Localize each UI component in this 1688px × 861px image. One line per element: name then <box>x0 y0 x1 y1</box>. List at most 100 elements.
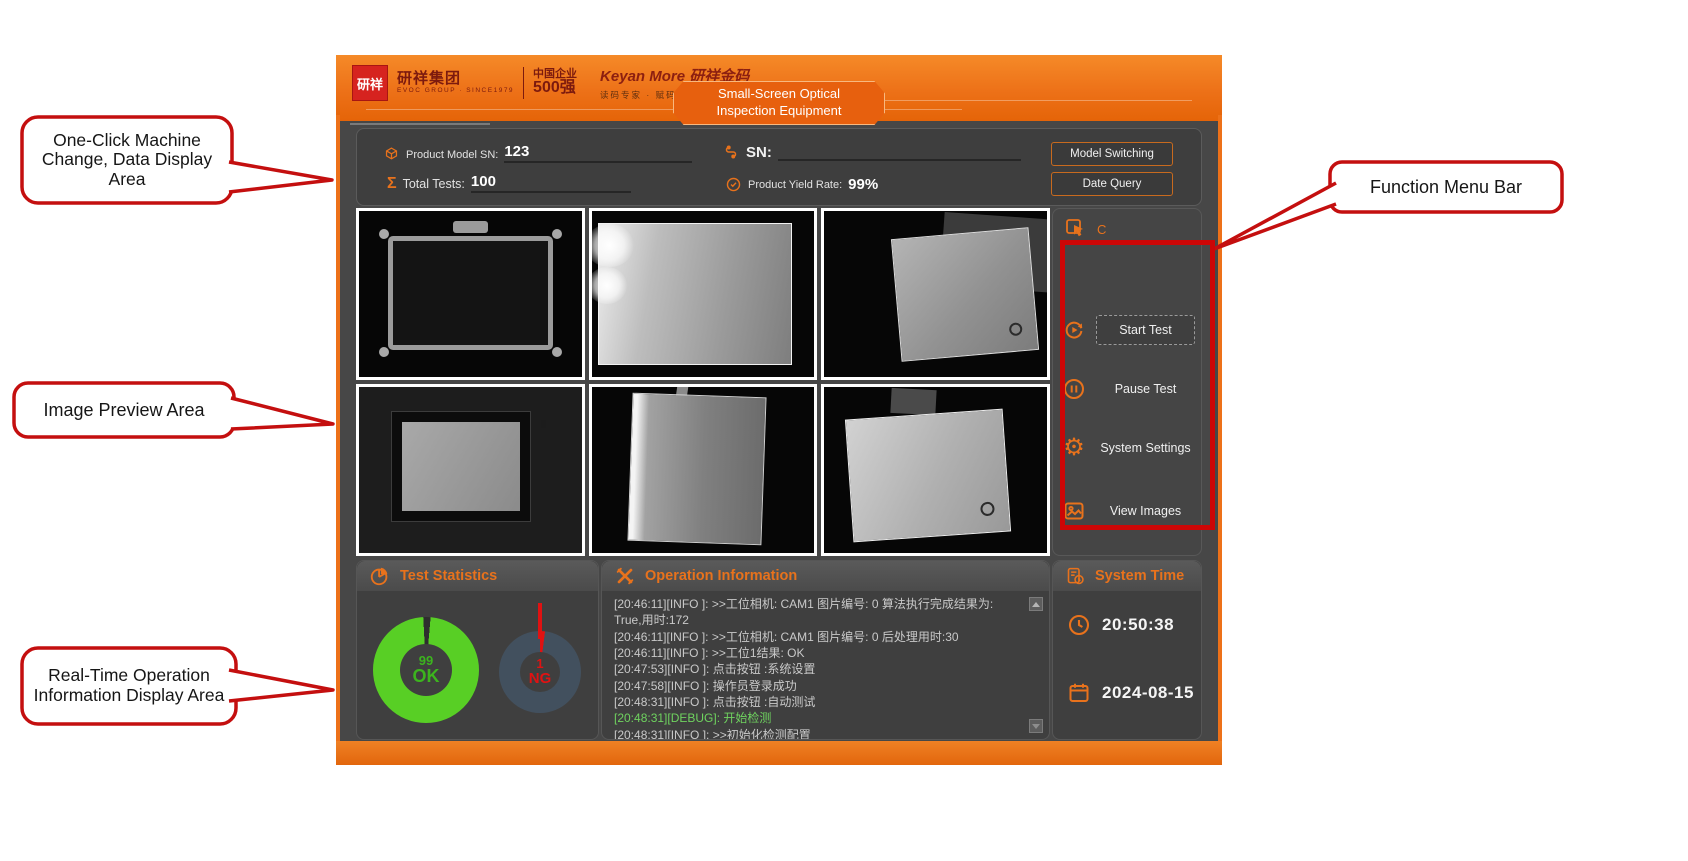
callout-tail <box>229 162 332 192</box>
panel-ring-mark <box>1009 322 1023 336</box>
bezel-tab <box>453 221 489 233</box>
scroll-down-button[interactable] <box>1029 719 1043 733</box>
ok-count: 99 <box>419 654 433 668</box>
pause-test-icon <box>1061 377 1087 401</box>
menu-item-label: Pause Test <box>1096 382 1195 396</box>
log-line: [20:46:11][INFO ]: >>工位1结果: OK <box>614 645 1023 661</box>
annotation-log-area: Real-Time Operation Information Display … <box>28 650 230 722</box>
arrow-down-icon <box>1032 724 1040 729</box>
app-title-line1: Small-Screen Optical <box>718 86 840 103</box>
package-icon <box>383 146 400 163</box>
system-time-title: System Time <box>1095 568 1184 584</box>
crossed-tools-icon <box>614 565 636 587</box>
callout-bubble <box>22 648 236 724</box>
logo-rank-line2: 500强 <box>533 80 577 97</box>
yield-check-icon <box>725 176 742 193</box>
log-line: [20:48:31][INFO ]: >>初始化检测配置 <box>614 727 1023 740</box>
log-line: [20:46:11][INFO ]: >>工位相机: CAM1 图片编号: 0 … <box>614 629 1023 645</box>
scroll-up-button[interactable] <box>1029 597 1043 611</box>
corner-dot <box>379 347 389 357</box>
callout-tail <box>229 670 333 701</box>
bottom-orange-strip <box>336 741 1222 765</box>
ng-label: NG <box>529 671 552 687</box>
corner-dot <box>552 347 562 357</box>
operation-information-title: Operation Information <box>645 568 797 584</box>
ok-donut-chart: 99 OK <box>373 617 479 723</box>
operation-information-header: Operation Information <box>602 561 1049 591</box>
menu-item-view-images[interactable]: View Images <box>1061 495 1195 527</box>
sn-label: SN: <box>746 144 772 161</box>
menu-item-label: View Images <box>1096 504 1195 518</box>
log-line: [20:48:31][INFO ]: 点击按钮 :自动测试 <box>614 694 1023 710</box>
system-time-header: System Time <box>1053 561 1201 591</box>
ng-donut-center: 1 NG <box>520 652 560 692</box>
callout-tail <box>231 398 333 429</box>
logo-name-sub: EVOC GROUP · SINCE1979 <box>397 88 514 95</box>
document-clock-icon <box>1065 566 1086 587</box>
menu-item-label: System Settings <box>1096 441 1195 455</box>
log-line: [20:47:53][INFO ]: 点击按钮 :系统设置 <box>614 661 1023 677</box>
tilted-panel <box>845 408 1011 542</box>
ng-donut-chart: 1 NG <box>499 631 581 713</box>
log-line: [20:48:31][DEBUG]: 开始检测 <box>614 710 1023 726</box>
callout-bubble <box>1330 162 1562 212</box>
total-tests-label: Total Tests: <box>403 177 465 193</box>
corner-dot <box>552 229 562 239</box>
edge-lit-panel <box>627 393 766 545</box>
camera-image-5 <box>589 384 818 556</box>
framed-panel <box>392 412 530 522</box>
tilted-panel <box>891 227 1039 361</box>
total-tests-field: Σ Total Tests: 100 <box>387 173 631 193</box>
log-line: [20:46:11][INFO ]: >>工位相机: CAM1 图片编号: 0 … <box>614 596 1023 629</box>
view-images-icon <box>1061 499 1087 523</box>
logo-name: 研祥集团 <box>397 71 514 87</box>
date-row: 2024-08-15 <box>1067 681 1194 705</box>
evoc-logo: 研祥 <box>352 65 388 101</box>
app-title-badge: Small-Screen Optical Inspection Equipmen… <box>673 81 885 125</box>
camera-image-6 <box>821 384 1050 556</box>
date-query-button[interactable]: Date Query <box>1051 172 1173 196</box>
yield-field: Product Yield Rate: 99% <box>725 176 878 193</box>
log-line: [20:47:58][INFO ]: 操作员登录成功 <box>614 678 1023 694</box>
system-time-panel: System Time 20:50:38 2024-08-15 <box>1052 560 1202 740</box>
log-area[interactable]: [20:46:11][INFO ]: >>工位相机: CAM1 图片编号: 0 … <box>602 591 1049 739</box>
app-window: 研祥 研祥集团 EVOC GROUP · SINCE1979 中国企业 500强… <box>336 55 1222 765</box>
system-settings-icon: ⚙ <box>1061 436 1087 460</box>
corner-dot <box>379 229 389 239</box>
menu-item-start-test[interactable]: Start Test <box>1061 314 1195 346</box>
annotation-menu-area: Function Menu Bar <box>1336 164 1556 210</box>
menu-item-system-settings[interactable]: ⚙ System Settings <box>1061 432 1195 464</box>
current-date: 2024-08-15 <box>1102 683 1194 703</box>
callout-bubble <box>14 383 234 437</box>
yield-value: 99% <box>848 176 878 193</box>
function-menu-panel: C Start Test Pause Test ⚙ System Setting… <box>1052 208 1202 556</box>
sn-value <box>778 141 1021 161</box>
annotation-data-area: One-Click Machine Change, Data Display A… <box>28 119 226 201</box>
model-switching-button[interactable]: Model Switching <box>1051 142 1173 166</box>
app-title-line2: Inspection Equipment <box>716 103 841 120</box>
camera-image-1 <box>356 208 585 380</box>
callout-tail <box>1214 183 1336 249</box>
camera-image-2 <box>589 208 818 380</box>
test-statistics-title: Test Statistics <box>400 568 497 584</box>
ok-label: OK <box>413 667 440 686</box>
panel-mark: ‖ <box>541 419 546 431</box>
logo-rank-block: 中国企业 500强 <box>533 69 577 97</box>
deco-line <box>350 123 490 125</box>
current-time: 20:50:38 <box>1102 615 1174 635</box>
menu-item-pause-test[interactable]: Pause Test <box>1061 373 1195 405</box>
operation-information-panel: Operation Information [20:46:11][INFO ]:… <box>601 560 1050 740</box>
calendar-icon <box>1067 681 1091 705</box>
image-preview-grid: ‖ <box>356 208 1050 556</box>
sigma-icon: Σ <box>387 175 397 193</box>
statistics-donuts: 99 OK 1 NG <box>357 591 598 739</box>
menu-item-label: Start Test <box>1096 315 1195 345</box>
time-row: 20:50:38 <box>1067 613 1174 637</box>
camera-image-4: ‖ <box>356 384 585 556</box>
sn-field: SN: <box>722 141 1021 161</box>
callout-bubble <box>22 117 232 203</box>
panel-ring-mark <box>980 501 995 516</box>
clock-icon <box>1067 613 1091 637</box>
screenshot-canvas: 研祥 研祥集团 EVOC GROUP · SINCE1979 中国企业 500强… <box>0 0 1688 861</box>
arrow-up-icon <box>1032 602 1040 607</box>
